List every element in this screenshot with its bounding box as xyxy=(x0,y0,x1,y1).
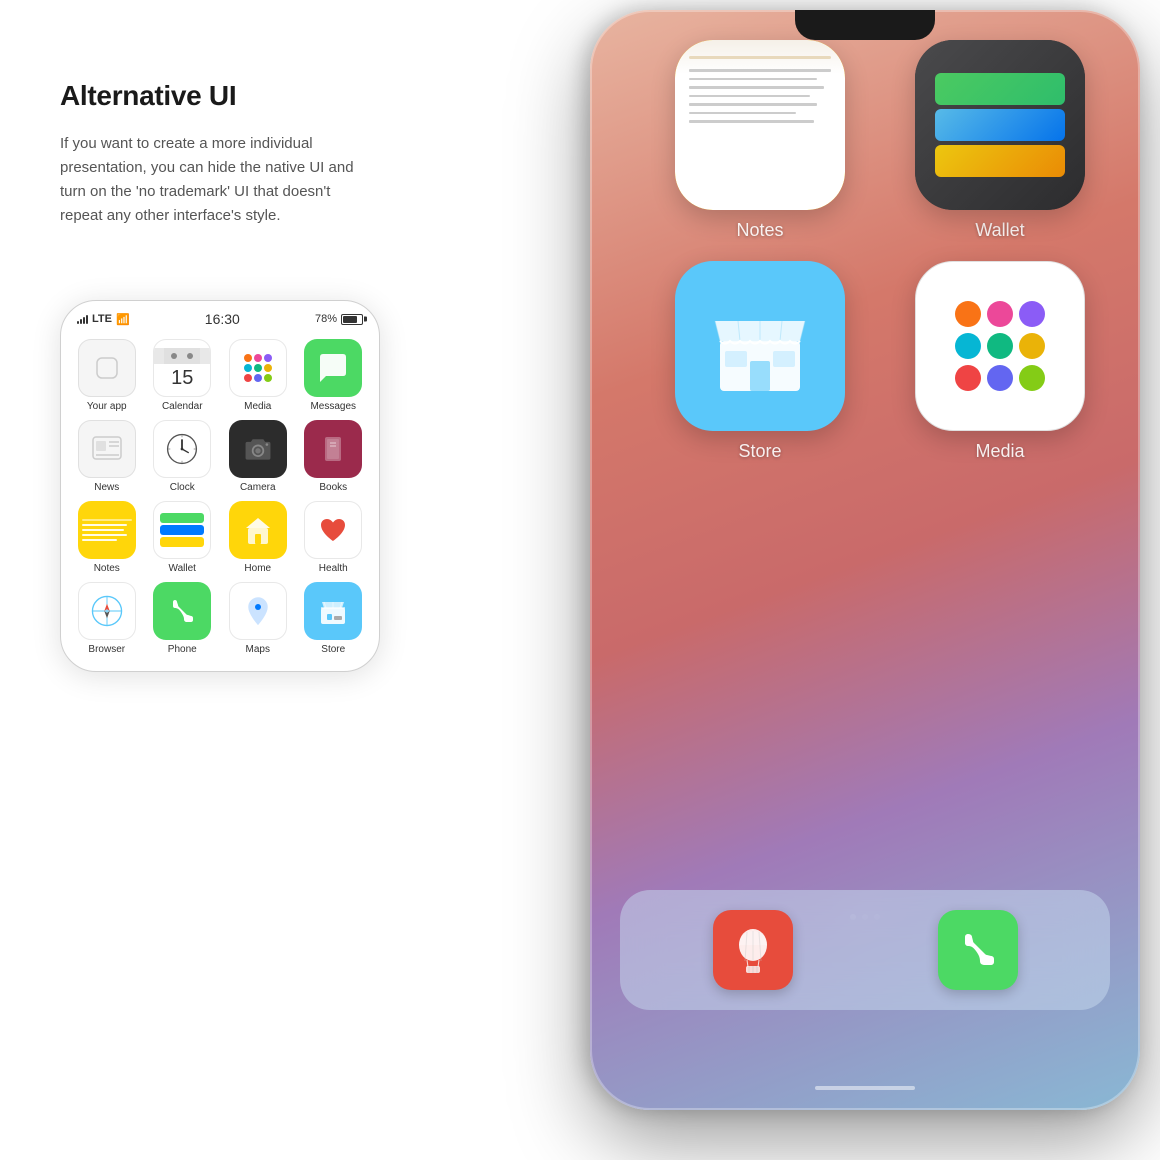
app-icon-health xyxy=(304,501,362,559)
large-app-item-notes[interactable]: Notes xyxy=(650,40,870,241)
app-label-messages: Messages xyxy=(310,401,356,412)
app-icon-home xyxy=(229,501,287,559)
app-label-health: Health xyxy=(319,563,348,574)
large-app-item-media[interactable]: Media xyxy=(890,261,1110,462)
calendar-date: 15 xyxy=(171,368,193,388)
wifi-icon: 📶 xyxy=(116,313,130,326)
status-bar: LTE 📶 16:30 78% xyxy=(61,301,379,333)
app-label-notes: Notes xyxy=(94,563,120,574)
dock-item-phone[interactable] xyxy=(938,910,1018,990)
calendar-header xyxy=(154,348,210,364)
notes-lines xyxy=(78,515,136,545)
right-panel: Notes Wallet xyxy=(540,0,1160,1140)
app-item-health[interactable]: Health xyxy=(300,501,368,574)
app-label-browser: Browser xyxy=(88,644,125,655)
app-item-books[interactable]: Books xyxy=(300,420,368,493)
app-grid: Your app 15 Calendar xyxy=(61,333,379,671)
app-item-clock[interactable]: Clock xyxy=(149,420,217,493)
app-icon-media xyxy=(229,339,287,397)
media-large-dots xyxy=(955,301,1045,391)
app-item-home[interactable]: Home xyxy=(224,501,292,574)
app-item-maps[interactable]: Maps xyxy=(224,582,292,655)
home-bar xyxy=(815,1086,915,1090)
large-app-label-store: Store xyxy=(738,441,781,462)
notch xyxy=(795,10,935,40)
battery-icon xyxy=(341,314,363,325)
large-app-icon-notes xyxy=(675,40,845,210)
app-item-news[interactable]: News xyxy=(73,420,141,493)
app-item-phone[interactable]: Phone xyxy=(149,582,217,655)
app-item-media[interactable]: Media xyxy=(224,339,292,412)
app-icon-phone xyxy=(153,582,211,640)
app-label-camera: Camera xyxy=(240,482,276,493)
app-icon-maps xyxy=(229,582,287,640)
lte-label: LTE xyxy=(92,313,112,325)
app-item-calendar[interactable]: 15 Calendar xyxy=(149,339,217,412)
app-icon-messages xyxy=(304,339,362,397)
dock-item-balloon[interactable] xyxy=(713,910,793,990)
wallet-bg xyxy=(915,40,1085,210)
app-label-news: News xyxy=(94,482,119,493)
app-label-home: Home xyxy=(244,563,271,574)
app-label-maps: Maps xyxy=(246,644,270,655)
app-item-store[interactable]: Store xyxy=(300,582,368,655)
dock xyxy=(620,890,1110,1010)
large-app-icon-store xyxy=(675,261,845,431)
app-icon-news xyxy=(78,420,136,478)
dock-icon-phone xyxy=(938,910,1018,990)
app-item-notes[interactable]: Notes xyxy=(73,501,141,574)
app-label-store: Store xyxy=(321,644,345,655)
dock-icon-balloon xyxy=(713,910,793,990)
media-dots xyxy=(244,354,272,382)
app-icon-notes xyxy=(78,501,136,559)
page-title: Alternative UI xyxy=(60,80,480,112)
app-icon-books xyxy=(304,420,362,478)
wallet-cards xyxy=(154,507,210,553)
large-app-icon-wallet xyxy=(915,40,1085,210)
app-icon-browser xyxy=(78,582,136,640)
app-icon-camera xyxy=(229,420,287,478)
left-panel: Alternative UI If you want to create a m… xyxy=(60,80,480,268)
app-item-wallet[interactable]: Wallet xyxy=(149,501,217,574)
app-label-phone: Phone xyxy=(168,644,197,655)
app-label-clock: Clock xyxy=(170,482,195,493)
large-app-label-notes: Notes xyxy=(736,220,783,241)
large-app-icon-media xyxy=(915,261,1085,431)
large-app-label-wallet: Wallet xyxy=(975,220,1024,241)
status-right: 78% xyxy=(315,313,363,325)
page-description: If you want to create a more individual … xyxy=(60,132,370,228)
app-label-wallet: Wallet xyxy=(169,563,196,574)
app-icon-store xyxy=(304,582,362,640)
status-left: LTE 📶 xyxy=(77,313,130,326)
app-label-your-app: Your app xyxy=(87,401,127,412)
app-item-camera[interactable]: Camera xyxy=(224,420,292,493)
app-icon-your-app xyxy=(78,339,136,397)
app-item-messages[interactable]: Messages xyxy=(300,339,368,412)
app-label-media: Media xyxy=(244,401,271,412)
app-item-your-app[interactable]: Your app xyxy=(73,339,141,412)
notes-content xyxy=(675,40,845,210)
app-label-books: Books xyxy=(319,482,347,493)
app-label-calendar: Calendar xyxy=(162,401,203,412)
app-icon-calendar: 15 xyxy=(153,339,211,397)
app-icon-clock xyxy=(153,420,211,478)
large-app-item-wallet[interactable]: Wallet xyxy=(890,40,1110,241)
app-item-browser[interactable]: Browser xyxy=(73,582,141,655)
signal-bars xyxy=(77,314,88,324)
large-app-item-store[interactable]: Store xyxy=(650,261,870,462)
large-icons-grid: Notes Wallet xyxy=(650,40,1110,462)
battery-pct: 78% xyxy=(315,313,337,325)
time-display: 16:30 xyxy=(205,311,240,327)
phone-mockup-small: LTE 📶 16:30 78% Your app xyxy=(60,300,380,672)
large-app-label-media: Media xyxy=(975,441,1024,462)
app-icon-wallet xyxy=(153,501,211,559)
phone-large: Notes Wallet xyxy=(590,10,1140,1110)
